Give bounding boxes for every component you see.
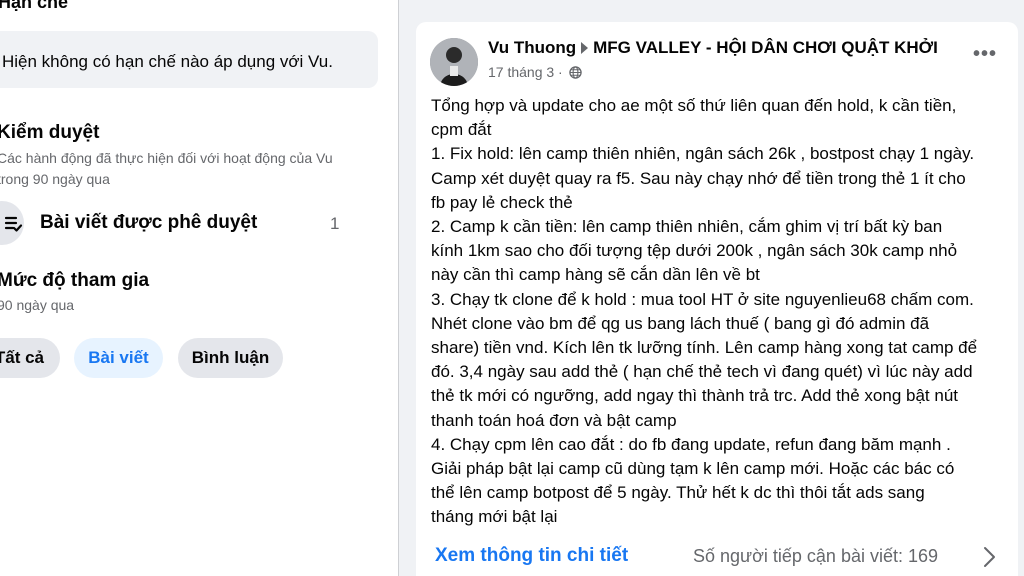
post-line: đó. 3,4 ngày sau add thẻ ( hạn chế thẻ t… <box>431 362 973 382</box>
approved-posts-icon-circle <box>0 201 24 245</box>
post-line: Tổng hợp và update cho ae một số thứ liê… <box>431 96 957 115</box>
filter-posts-button[interactable]: Bài viết <box>74 338 163 378</box>
post-line: 1. Fix hold: lên camp thiên nhiên, ngân … <box>431 144 975 164</box>
post-line: 2. Camp k cần tiền: lên camp thiên nhiên… <box>431 217 943 237</box>
post-line: 4. Chạy cpm lên cao đắt : do fb đang upd… <box>431 434 951 454</box>
post-line: 3. Chạy tk clone để k hold : mua tool HT… <box>431 289 974 309</box>
caret-right-icon <box>581 42 589 54</box>
post-line: cpm đắt <box>431 120 492 140</box>
post-line: thẻ tk mới có ngưỡng, add ngay thì thành… <box>431 386 958 406</box>
review-heading: Kiểm duyệt <box>0 122 100 143</box>
member-activity-panel: Hạn chế Hiện không có hạn chế nào áp dụn… <box>0 0 398 576</box>
author-name[interactable]: Vu Thuong <box>488 38 576 57</box>
post-line: Nhét clone vào bm để qg us bang lách thu… <box>431 313 930 333</box>
post-line: Camp xét duyệt quay ra f5. Sau này chạy … <box>431 168 966 188</box>
post-line: này cần thì camp hàng sẽ cắn dần lên về … <box>431 265 760 285</box>
participation-period: 90 ngày qua <box>0 297 75 313</box>
approved-posts-count: 1 <box>330 214 340 233</box>
post-meta: 17 tháng 3 · <box>488 64 582 80</box>
globe-icon <box>568 66 582 79</box>
avatar-image <box>430 38 478 86</box>
restrictions-text: Hiện không có hạn chế nào áp dụng với Vu… <box>2 52 333 71</box>
panel-divider <box>398 0 399 576</box>
participation-heading: Mức độ tham gia <box>0 270 150 291</box>
approved-posts-icon <box>4 216 23 232</box>
post-line: thanh toán hoá đơn và bật camp <box>431 410 677 430</box>
post-header: Vu Thuong MFG VALLEY - HỘI DÂN CHƠI QUẬT … <box>488 38 938 58</box>
filter-comments-button[interactable]: Bình luận <box>178 338 283 378</box>
post-line: thể lên camp botpost để 5 ngày. Thử hết … <box>431 483 925 503</box>
review-desc-line: Các hành động đã thực hiện đối với hoạt … <box>0 150 333 166</box>
post-text: Tổng hợp và update cho ae một số thứ liê… <box>431 94 1011 530</box>
post-reach[interactable]: Số người tiếp cận bài viết: 169 <box>693 546 938 567</box>
chevron-right-icon[interactable] <box>982 546 996 568</box>
post-line: kính 1km sao cho đối tượng tệp dưới 200k… <box>431 241 958 261</box>
post-line: Giải pháp bật lại camp cũ dùng tạm k lên… <box>431 459 955 479</box>
view-details-link[interactable]: Xem thông tin chi tiết <box>435 545 628 567</box>
approved-posts-label[interactable]: Bài viết được phê duyệt <box>40 212 257 234</box>
review-description: Các hành động đã thực hiện đối với hoạt … <box>0 148 377 190</box>
avatar[interactable] <box>430 38 478 86</box>
more-options-button[interactable]: ••• <box>971 44 999 72</box>
group-name[interactable]: MFG VALLEY - HỘI DÂN CHƠI QUẬT KHỞI <box>593 38 938 57</box>
filter-all-button[interactable]: Tất cả <box>0 338 60 378</box>
post-line: tháng mới bật lại <box>431 507 558 527</box>
review-desc-line: trong 90 ngày qua <box>0 171 110 187</box>
post-date[interactable]: 17 tháng 3 · <box>488 64 563 80</box>
post-card: Vu Thuong MFG VALLEY - HỘI DÂN CHƠI QUẬT … <box>416 22 1018 576</box>
restrictions-heading: Hạn chế <box>0 0 69 12</box>
post-line: fb pay lẻ check thẻ <box>431 192 573 212</box>
post-line: share) tiền vnd. Kích lên tk lưỡng tính.… <box>431 338 978 358</box>
